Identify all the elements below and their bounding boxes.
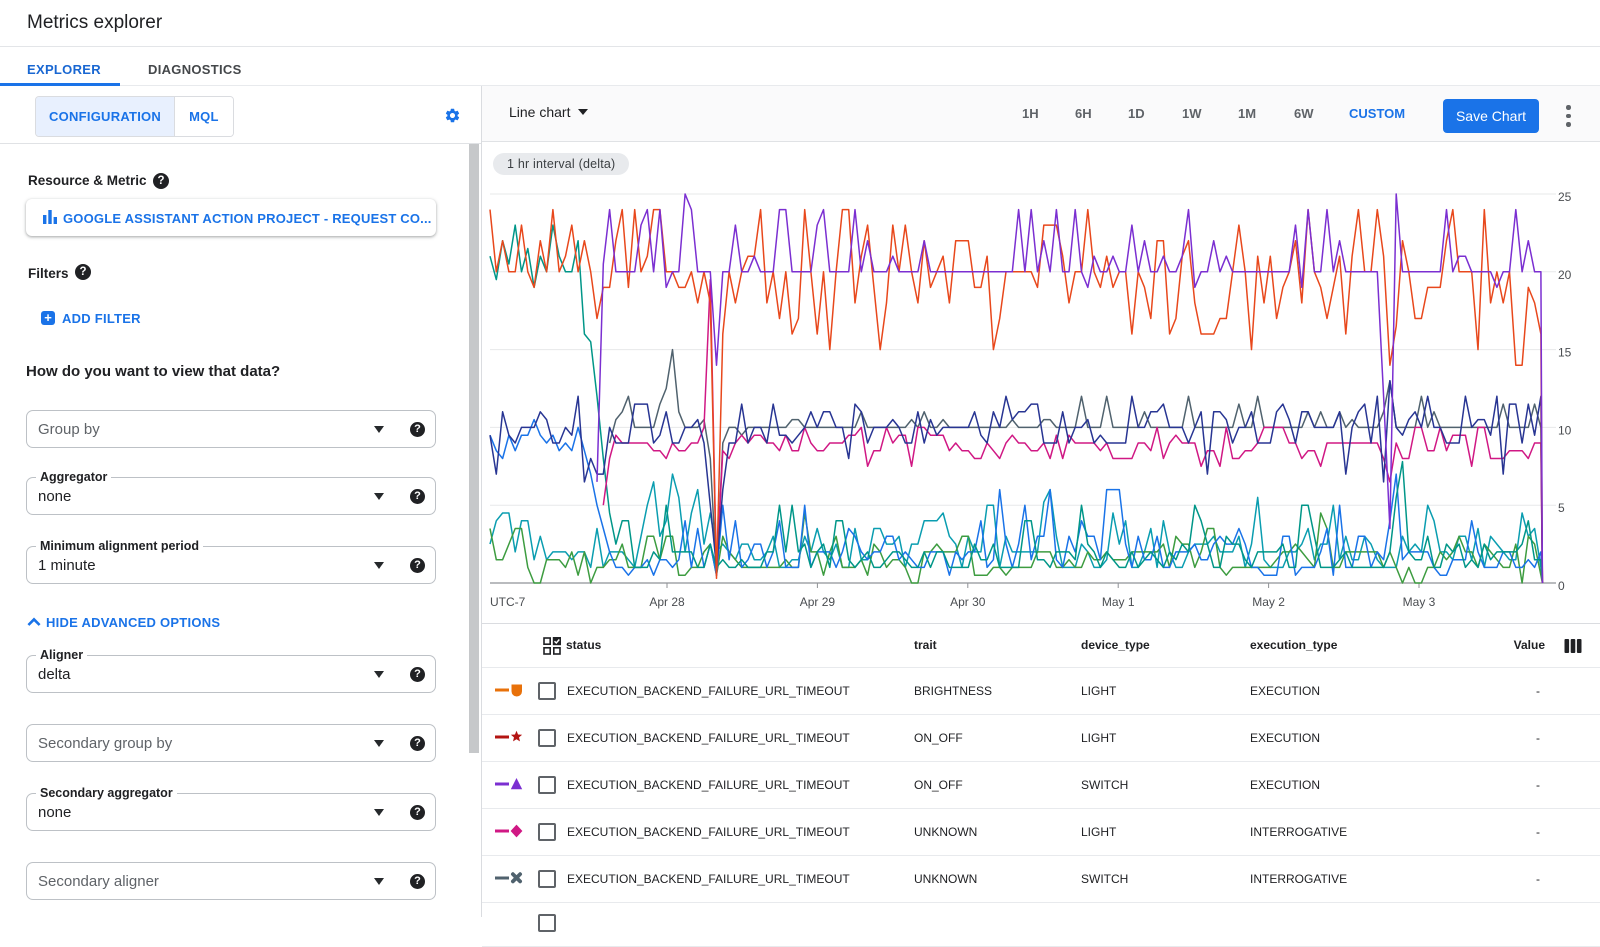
svg-text:Apr 28: Apr 28 <box>649 595 685 609</box>
svg-text:UTC-7: UTC-7 <box>490 595 526 609</box>
svg-text:May 2: May 2 <box>1252 595 1285 609</box>
svg-text:25: 25 <box>1558 190 1572 204</box>
svg-text:10: 10 <box>1558 423 1572 437</box>
svg-text:5: 5 <box>1558 501 1565 515</box>
svg-text:Apr 29: Apr 29 <box>800 595 836 609</box>
svg-text:Apr 30: Apr 30 <box>950 595 986 609</box>
svg-text:May 3: May 3 <box>1403 595 1436 609</box>
svg-text:20: 20 <box>1558 268 1572 282</box>
svg-text:15: 15 <box>1558 346 1572 360</box>
svg-text:May 1: May 1 <box>1102 595 1135 609</box>
svg-text:0: 0 <box>1558 579 1565 593</box>
